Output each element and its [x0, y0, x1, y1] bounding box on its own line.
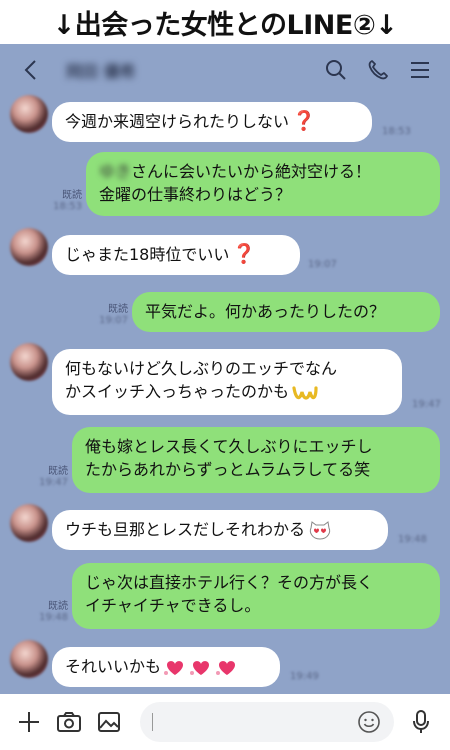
read-receipt: 既読 19:07 [94, 300, 128, 326]
avatar[interactable] [10, 640, 48, 678]
caption-banner: ↓出会った女性とのLINE②↓ [0, 0, 450, 44]
read-label: 既読 [48, 601, 68, 612]
message-text: じゃまた18時位でいい [65, 245, 230, 264]
text-caret [152, 713, 153, 731]
incoming-message[interactable]: それいいかも [52, 647, 280, 687]
avatar[interactable] [10, 504, 48, 542]
message-text: 今週か来週空けられたりしない [65, 112, 290, 131]
outgoing-message[interactable]: 俺も嫁とレス長くて久しぶりにエッチし たからあれからずっとムラムラしてる笑 [72, 427, 440, 493]
message-text: イチャイチャできるし。 [85, 596, 261, 615]
smiley-icon [358, 711, 380, 733]
timestamp: 18:53 [53, 201, 82, 212]
timestamp: 19:47 [412, 399, 441, 410]
message-text: 何もないけど久しぶりのエッチでなん [65, 359, 338, 378]
caption-text: ↓出会った女性とのLINE②↓ [52, 9, 398, 41]
menu-button[interactable] [406, 56, 434, 84]
microphone-icon [413, 710, 429, 733]
heart-eyes-emoji-icon [292, 385, 318, 400]
message-text: じゃ次は直接ホテル行く？その方が長く [85, 573, 374, 592]
incoming-message[interactable]: ウチも旦那とレスだしそれわかる [52, 510, 388, 550]
message-text: ウチも旦那とレスだしそれわかる [65, 520, 306, 539]
image-button[interactable] [94, 707, 124, 737]
question-emoji: ❓ [292, 110, 316, 132]
chat-screen: 岡田 優希 今週か来週空けられたりしない ❓ 18:53 既読 18:53 ゆきさ… [0, 44, 450, 694]
plus-icon [19, 712, 39, 732]
hearts-emoji-icon [164, 660, 236, 675]
timestamp: 19:48 [398, 534, 427, 545]
camera-button[interactable] [54, 707, 84, 737]
message-text: 俺も嫁とレス長くて久しぶりにエッチし [85, 437, 373, 456]
avatar[interactable] [10, 228, 48, 266]
emoji-button[interactable] [356, 709, 382, 735]
add-button[interactable] [14, 707, 44, 737]
timestamp: 19:48 [39, 612, 68, 623]
blurred-name: ゆき [99, 162, 132, 181]
question-emoji: ❓ [232, 243, 257, 265]
message-input-bar [0, 694, 450, 750]
hamburger-icon [411, 62, 429, 78]
outgoing-message[interactable]: じゃ次は直接ホテル行く？その方が長く イチャイチャできるし。 [72, 563, 440, 629]
read-receipt: 既読 19:47 [34, 462, 68, 488]
contact-name: 岡田 優希 [66, 62, 136, 81]
incoming-message[interactable]: 今週か来週空けられたりしない ❓ [52, 102, 372, 142]
camera-icon [57, 712, 81, 732]
read-label: 既読 [48, 466, 68, 477]
outgoing-message[interactable]: ゆきさんに会いたいから絶対空ける！ 金曜の仕事終わりはどう？ [86, 152, 440, 216]
read-receipt: 既読 18:53 [48, 186, 82, 212]
message-text-field[interactable] [157, 714, 356, 730]
message-text: さんに会いたいから絶対空ける！ [131, 162, 372, 181]
message-text: 平気だよ。何かあったりしたの？ [145, 302, 386, 321]
voice-button[interactable] [406, 707, 436, 737]
cat-heart-eyes-emoji-icon [309, 520, 331, 540]
message-text: それいいかも [65, 657, 162, 676]
search-icon [326, 60, 346, 80]
avatar[interactable] [10, 95, 48, 133]
timestamp: 18:53 [382, 126, 411, 137]
timestamp: 19:07 [308, 259, 337, 270]
search-button[interactable] [322, 56, 350, 84]
timestamp: 19:07 [99, 315, 128, 326]
read-label: 既読 [108, 304, 128, 315]
chat-header: 岡田 優希 [0, 44, 450, 96]
chevron-left-icon [24, 60, 36, 80]
message-text: 金曜の仕事終わりはどう？ [99, 185, 292, 204]
timestamp: 19:49 [290, 671, 319, 682]
message-input[interactable] [140, 702, 394, 742]
outgoing-message[interactable]: 平気だよ。何かあったりしたの？ [132, 292, 440, 332]
avatar[interactable] [10, 343, 48, 381]
message-text: たからあれからずっとムラムラしてる笑 [85, 460, 371, 479]
incoming-message[interactable]: じゃまた18時位でいい ❓ [52, 235, 300, 275]
call-button[interactable] [364, 56, 392, 84]
back-button[interactable] [16, 56, 44, 84]
image-icon [98, 712, 120, 732]
timestamp: 19:47 [39, 477, 68, 488]
phone-icon [368, 60, 388, 80]
read-label: 既読 [62, 190, 82, 201]
read-receipt: 既読 19:48 [34, 597, 68, 623]
message-text: かスイッチ入っちゃったのかも [65, 382, 290, 401]
incoming-message[interactable]: 何もないけど久しぶりのエッチでなん かスイッチ入っちゃったのかも [52, 349, 402, 415]
